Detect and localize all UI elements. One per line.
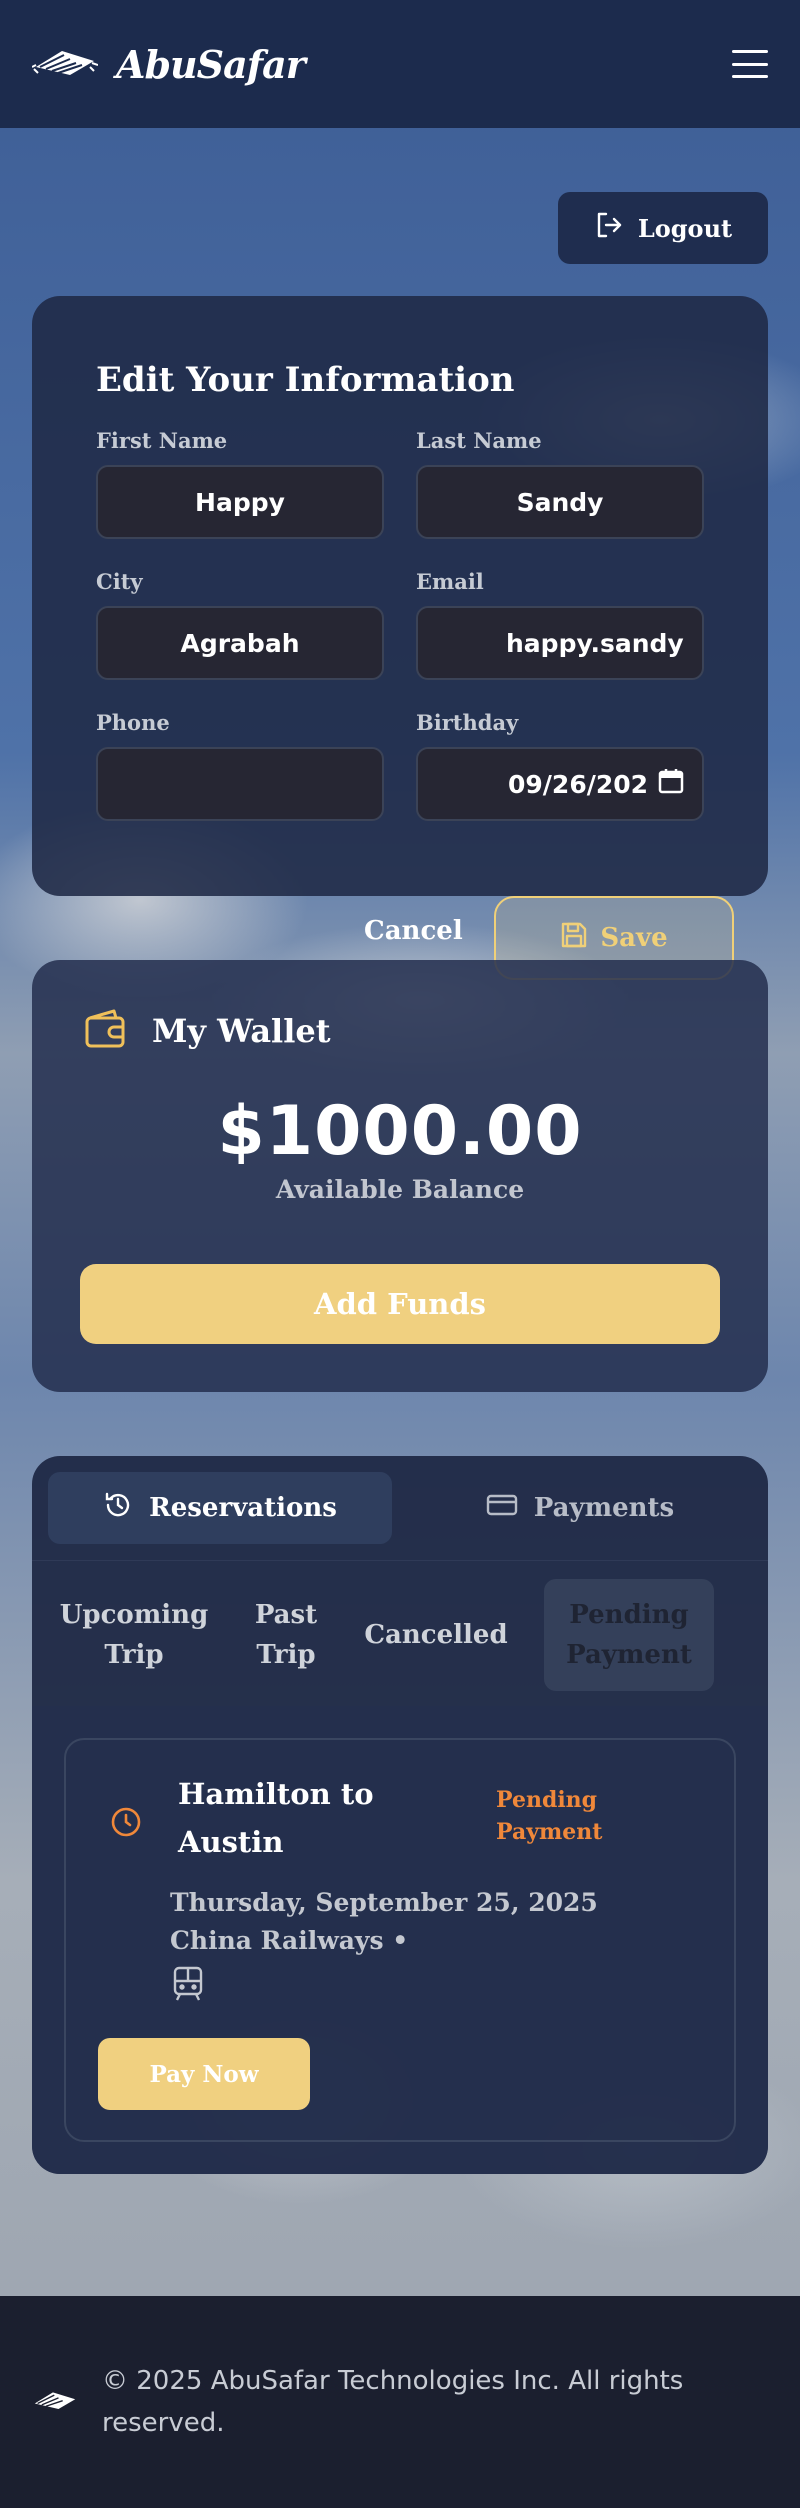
first-name-input[interactable]: Happy bbox=[96, 465, 384, 539]
profile-form: First Name Happy Last Name Sandy City Ag… bbox=[96, 428, 704, 821]
main-tabs: Reservations Payments bbox=[48, 1472, 752, 1544]
birthday-value: 09/26/202 bbox=[508, 769, 649, 799]
wallet-header: My Wallet bbox=[84, 1008, 716, 1054]
last-name-input[interactable]: Sandy bbox=[416, 465, 704, 539]
wallet-balance: $1000.00 bbox=[217, 1092, 583, 1171]
email-label: Email bbox=[416, 569, 484, 594]
top-navbar: AbuSafar bbox=[0, 0, 800, 128]
history-icon bbox=[103, 1490, 133, 1527]
city-group: City Agrabah bbox=[96, 569, 384, 680]
trip-filter-tabs: Upcoming Trip Past Trip Cancelled Pendin… bbox=[32, 1578, 768, 1692]
trip-date: Thursday, September 25, 2025 bbox=[170, 1888, 598, 1917]
edit-profile-card: Edit Your Information First Name Happy L… bbox=[32, 296, 768, 896]
tab-reservations-label: Reservations bbox=[149, 1493, 337, 1523]
tab-payments[interactable]: Payments bbox=[408, 1472, 752, 1544]
clock-icon bbox=[110, 1806, 142, 1842]
city-label: City bbox=[96, 569, 143, 594]
calendar-icon[interactable] bbox=[658, 768, 684, 800]
city-input[interactable]: Agrabah bbox=[96, 606, 384, 680]
footer-copyright: © 2025 AbuSafar Technologies Inc. All ri… bbox=[102, 2366, 684, 2438]
phone-label: Phone bbox=[96, 710, 170, 735]
credit-card-icon bbox=[486, 1493, 518, 1524]
edit-profile-title: Edit Your Information bbox=[96, 360, 515, 400]
last-name-label: Last Name bbox=[416, 428, 542, 453]
trip-list: Hamilton to Austin Pending Payment Thurs… bbox=[32, 1706, 768, 2174]
subtab-pending-payment[interactable]: Pending Payment bbox=[544, 1579, 714, 1691]
wallet-title: My Wallet bbox=[152, 1012, 331, 1050]
footer-logo-icon bbox=[32, 2387, 78, 2417]
tab-payments-label: Payments bbox=[533, 1493, 675, 1523]
subtab-upcoming-trip[interactable]: Upcoming Trip bbox=[32, 1579, 236, 1691]
phone-group: Phone bbox=[96, 710, 384, 821]
brand-name: AbuSafar bbox=[116, 41, 306, 87]
tabs-divider bbox=[32, 1560, 768, 1561]
first-name-label: First Name bbox=[96, 428, 228, 453]
add-funds-button[interactable]: Add Funds bbox=[80, 1264, 720, 1344]
subtab-past-trip[interactable]: Past Trip bbox=[236, 1579, 336, 1691]
reservations-card: Reservations Payments Upcoming Trip Past… bbox=[32, 1456, 768, 2174]
tab-reservations[interactable]: Reservations bbox=[48, 1472, 392, 1544]
email-input[interactable]: happy.sandy bbox=[416, 606, 704, 680]
train-icon bbox=[172, 1966, 204, 2006]
magic-carpet-icon bbox=[31, 45, 99, 83]
birthday-input[interactable]: 09/26/202 bbox=[416, 747, 704, 821]
save-disk-icon bbox=[560, 921, 588, 956]
trip-title: Hamilton to Austin bbox=[178, 1777, 374, 1859]
logout-arrow-icon bbox=[594, 210, 624, 246]
email-group: Email happy.sandy bbox=[416, 569, 704, 680]
birthday-label: Birthday bbox=[416, 710, 519, 735]
pay-now-button[interactable]: Pay Now bbox=[98, 2038, 310, 2110]
save-label: Save bbox=[600, 923, 668, 953]
phone-input[interactable] bbox=[96, 747, 384, 821]
wallet-card: My Wallet $1000.00 Available Balance Add… bbox=[32, 960, 768, 1392]
first-name-group: First Name Happy bbox=[96, 428, 384, 539]
wallet-icon bbox=[84, 1008, 128, 1054]
logout-label: Logout bbox=[637, 213, 733, 243]
footer: © 2025 AbuSafar Technologies Inc. All ri… bbox=[0, 2296, 800, 2508]
hamburger-menu-icon[interactable] bbox=[732, 50, 768, 78]
trip-status-badge: Pending Payment bbox=[496, 1787, 603, 1845]
subtab-cancelled[interactable]: Cancelled bbox=[336, 1579, 536, 1691]
cancel-button[interactable]: Cancel bbox=[364, 916, 463, 946]
trip-operator: China Railways • bbox=[170, 1926, 409, 1955]
wallet-balance-label: Available Balance bbox=[275, 1175, 525, 1204]
birthday-group: Birthday 09/26/202 bbox=[416, 710, 704, 821]
logout-button[interactable]: Logout bbox=[558, 192, 768, 264]
trip-card: Hamilton to Austin Pending Payment Thurs… bbox=[64, 1738, 736, 2142]
brand[interactable]: AbuSafar bbox=[31, 41, 306, 87]
last-name-group: Last Name Sandy bbox=[416, 428, 704, 539]
